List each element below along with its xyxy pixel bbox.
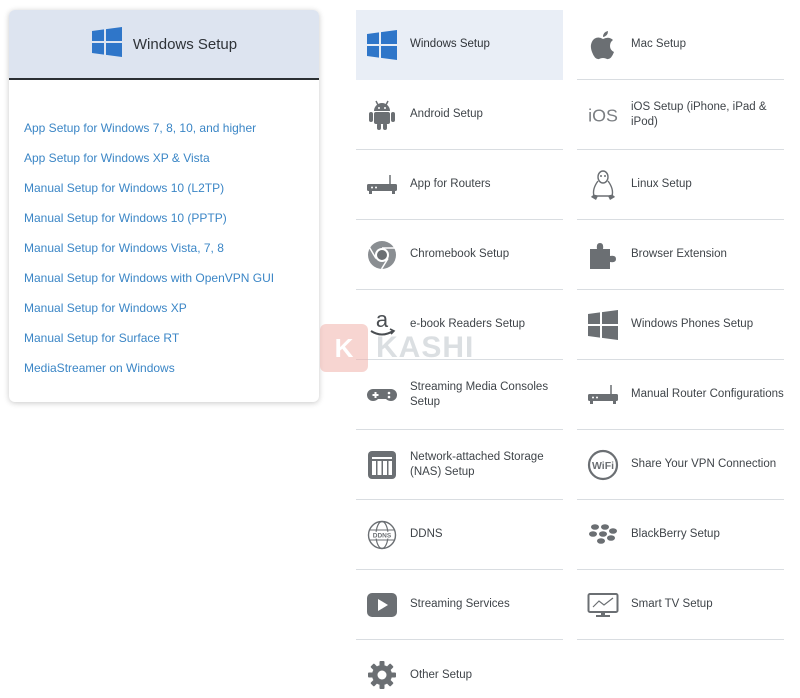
tile-ios-setup[interactable]: iOS iOS Setup (iPhone, iPad & iPod) bbox=[577, 80, 784, 150]
tile-label: Share Your VPN Connection bbox=[631, 458, 777, 470]
list-item: Manual Setup for Windows 10 (PPTP) bbox=[24, 203, 319, 233]
router-icon bbox=[366, 169, 398, 201]
tile-nas-setup[interactable]: Network-attached Storage (NAS) Setup bbox=[356, 430, 563, 500]
chrome-icon bbox=[366, 239, 398, 271]
tile-label: Manual Router Configurations bbox=[631, 388, 784, 400]
apple-icon bbox=[587, 29, 619, 61]
wifi-icon: WiFi bbox=[587, 449, 619, 481]
tile-label: App for Routers bbox=[410, 178, 491, 190]
list-item: Manual Setup for Windows 10 (L2TP) bbox=[24, 173, 319, 203]
tile-smart-tv-setup[interactable]: Smart TV Setup bbox=[577, 570, 784, 640]
link-manual-win10-pptp[interactable]: Manual Setup for Windows 10 (PPTP) bbox=[24, 211, 227, 225]
blackberry-icon bbox=[587, 519, 619, 551]
list-item: Manual Setup for Windows XP bbox=[24, 293, 319, 323]
platform-column-right: Mac Setup iOS iOS Setup (iPhone, iPad & … bbox=[577, 10, 784, 640]
ios-icon: iOS bbox=[587, 99, 619, 131]
gamepad-icon bbox=[366, 379, 398, 411]
tile-manual-router-configurations[interactable]: Manual Router Configurations bbox=[577, 360, 784, 430]
panel-title: Windows Setup bbox=[132, 35, 238, 53]
link-manual-surface-rt[interactable]: Manual Setup for Surface RT bbox=[24, 331, 179, 345]
tile-label: DDNS bbox=[410, 528, 443, 540]
watermark-text: KASHI bbox=[376, 331, 475, 364]
link-manual-vista-7-8[interactable]: Manual Setup for Windows Vista, 7, 8 bbox=[24, 241, 224, 255]
tile-label: Windows Phones Setup bbox=[631, 318, 754, 330]
link-manual-xp[interactable]: Manual Setup for Windows XP bbox=[24, 301, 187, 315]
tile-label: Browser Extension bbox=[631, 248, 727, 260]
puzzle-icon bbox=[587, 239, 619, 271]
tile-label: iOS Setup (iPhone, iPad & iPod) bbox=[631, 100, 767, 128]
wifi-icon-text: WiFi bbox=[592, 460, 614, 472]
tile-ddns[interactable]: DDNS DDNS bbox=[356, 500, 563, 570]
tv-icon bbox=[587, 589, 619, 621]
kashi-watermark: K KASHI bbox=[320, 324, 474, 372]
panel-header: Windows Setup bbox=[9, 10, 319, 80]
linux-icon bbox=[587, 169, 619, 201]
ddns-globe-icon: DDNS bbox=[366, 519, 398, 551]
tile-label: Smart TV Setup bbox=[631, 598, 713, 610]
windows-phone-icon bbox=[587, 309, 619, 341]
list-item: App Setup for Windows XP & Vista bbox=[24, 143, 319, 173]
list-item: App Setup for Windows 7, 8, 10, and high… bbox=[24, 113, 319, 143]
tile-android-setup[interactable]: Android Setup bbox=[356, 80, 563, 150]
ddns-icon-text: DDNS bbox=[373, 532, 392, 539]
tile-app-for-routers[interactable]: App for Routers bbox=[356, 150, 563, 220]
link-manual-win10-l2tp[interactable]: Manual Setup for Windows 10 (L2TP) bbox=[24, 181, 224, 195]
list-item: Manual Setup for Windows Vista, 7, 8 bbox=[24, 233, 319, 263]
tile-label: Streaming Services bbox=[410, 598, 510, 610]
tile-label: Chromebook Setup bbox=[410, 248, 510, 260]
tile-label: Network-attached Storage (NAS) Setup bbox=[410, 450, 544, 478]
link-manual-openvpn-gui[interactable]: Manual Setup for Windows with OpenVPN GU… bbox=[24, 271, 274, 285]
tile-windows-phones-setup[interactable]: Windows Phones Setup bbox=[577, 290, 784, 360]
list-item: Manual Setup for Windows with OpenVPN GU… bbox=[24, 263, 319, 293]
tile-windows-setup[interactable]: Windows Setup bbox=[356, 10, 563, 80]
ios-icon-text: iOS bbox=[588, 105, 618, 125]
tile-label: Mac Setup bbox=[631, 38, 686, 50]
link-app-setup-win7-10[interactable]: App Setup for Windows 7, 8, 10, and high… bbox=[24, 121, 256, 135]
tile-share-vpn-connection[interactable]: WiFi Share Your VPN Connection bbox=[577, 430, 784, 500]
nas-icon bbox=[366, 449, 398, 481]
tile-label: BlackBerry Setup bbox=[631, 528, 720, 540]
windows-icon bbox=[366, 29, 398, 61]
tile-other-setup[interactable]: Other Setup bbox=[356, 640, 563, 698]
router-icon bbox=[587, 379, 619, 411]
tile-chromebook-setup[interactable]: Chromebook Setup bbox=[356, 220, 563, 290]
tile-label: Streaming Media Consoles Setup bbox=[410, 380, 549, 408]
tile-linux-setup[interactable]: Linux Setup bbox=[577, 150, 784, 220]
link-mediastreamer[interactable]: MediaStreamer on Windows bbox=[24, 361, 175, 375]
tile-label: Linux Setup bbox=[631, 178, 692, 190]
tile-mac-setup[interactable]: Mac Setup bbox=[577, 10, 784, 80]
tile-label: Other Setup bbox=[410, 668, 473, 681]
windows-setup-panel: Windows Setup App Setup for Windows 7, 8… bbox=[9, 10, 319, 402]
list-item: MediaStreamer on Windows bbox=[24, 353, 319, 383]
tile-browser-extension[interactable]: Browser Extension bbox=[577, 220, 784, 290]
android-icon bbox=[366, 99, 398, 131]
windows-setup-links: App Setup for Windows 7, 8, 10, and high… bbox=[9, 80, 319, 383]
tile-streaming-services[interactable]: Streaming Services bbox=[356, 570, 563, 640]
list-item: Manual Setup for Surface RT bbox=[24, 323, 319, 353]
gear-icon bbox=[366, 659, 398, 691]
windows-icon bbox=[91, 26, 123, 63]
tile-label: Android Setup bbox=[410, 108, 483, 120]
watermark-logo-letter: K bbox=[320, 324, 368, 372]
play-icon bbox=[366, 589, 398, 621]
link-app-setup-xp-vista[interactable]: App Setup for Windows XP & Vista bbox=[24, 151, 210, 165]
tile-blackberry-setup[interactable]: BlackBerry Setup bbox=[577, 500, 784, 570]
tile-label: Windows Setup bbox=[410, 38, 490, 50]
